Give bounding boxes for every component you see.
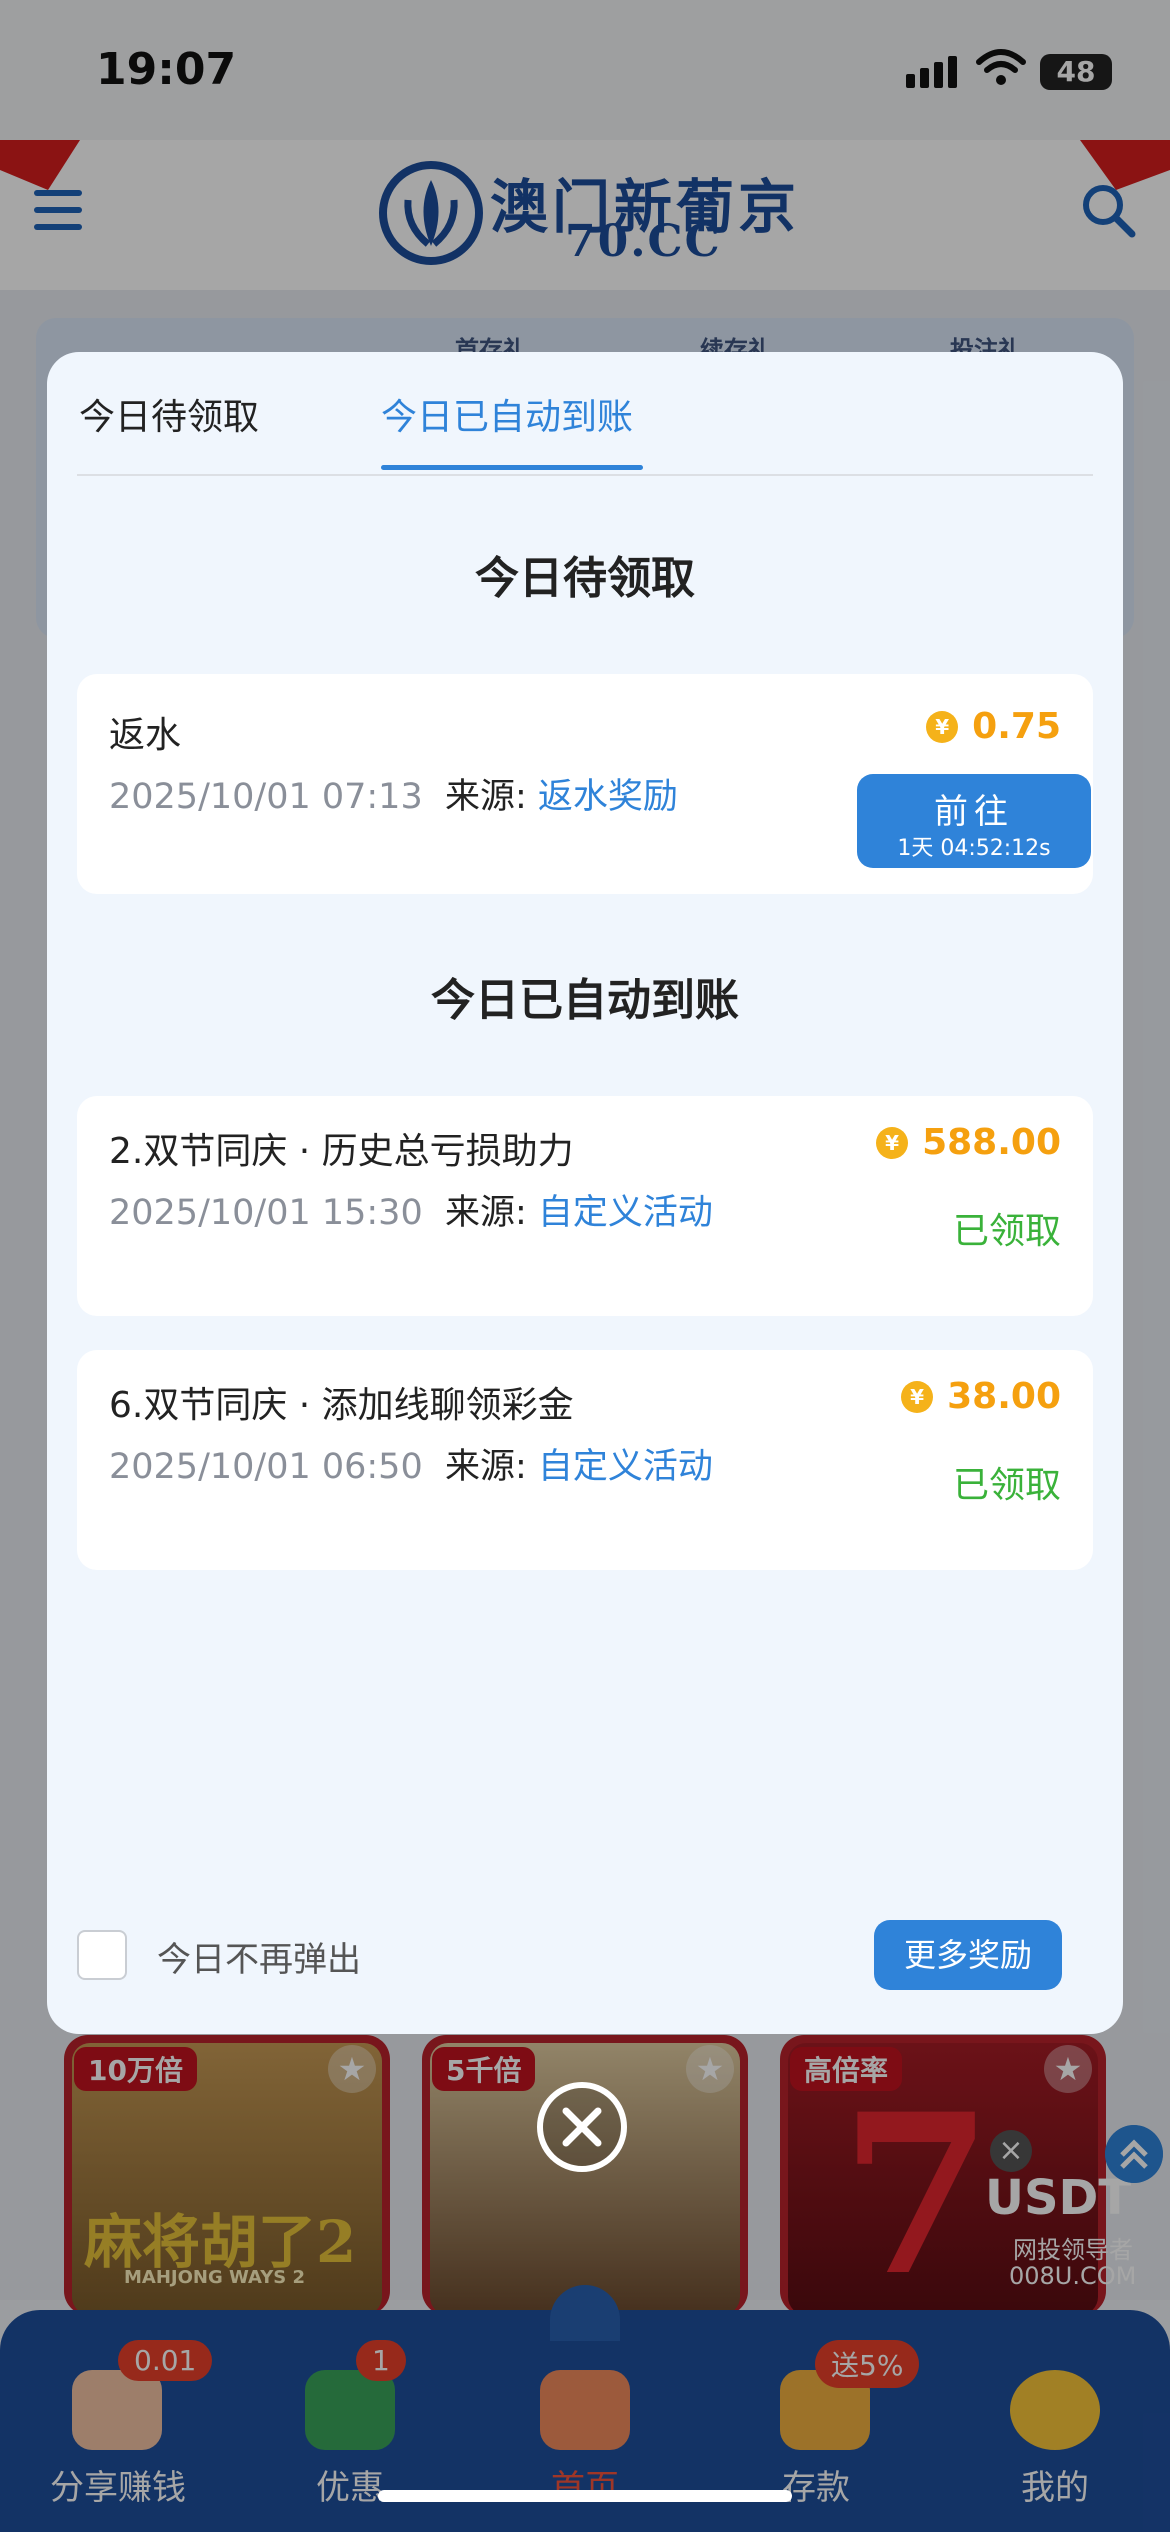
reward-title: 返水 xyxy=(109,715,182,756)
home-indicator[interactable] xyxy=(378,2490,792,2502)
auto-reward-card: 2.双节同庆 · 历史总亏损助力 ¥ 588.00 2025/10/01 15:… xyxy=(77,1096,1093,1316)
reward-meta: 2025/10/01 06:50 来源: 自定义活动 xyxy=(109,1440,729,1494)
reward-source[interactable]: 返水奖励 xyxy=(538,777,678,817)
reward-meta: 2025/10/01 07:13 来源: 返水奖励 xyxy=(109,770,729,824)
reward-amount-value: 38.00 xyxy=(947,1376,1061,1417)
reward-amount-value: 588.00 xyxy=(922,1122,1061,1163)
source-label: 来源: xyxy=(444,777,527,817)
auto-section-title: 今日已自动到账 xyxy=(431,975,739,1026)
pending-reward-card: 返水 ¥ 0.75 2025/10/01 07:13 来源: 返水奖励 前往 1… xyxy=(77,674,1093,894)
pending-section-title: 今日待领取 xyxy=(475,553,695,604)
tab-auto-credited[interactable]: 今日已自动到账 xyxy=(381,388,633,440)
claimed-status: 已领取 xyxy=(952,1465,1061,1506)
coin-icon: ¥ xyxy=(876,1126,909,1159)
tab-pending[interactable]: 今日待领取 xyxy=(79,388,259,440)
reward-meta: 2025/10/01 15:30 来源: 自定义活动 xyxy=(109,1186,729,1240)
no-show-today-label: 今日不再弹出 xyxy=(157,1940,361,1980)
coin-icon: ¥ xyxy=(926,710,959,743)
reward-title: 2.双节同庆 · 历史总亏损助力 xyxy=(109,1131,574,1172)
active-tab-indicator xyxy=(381,465,643,470)
rewards-modal: 今日待领取 今日已自动到账 今日待领取 返水 ¥ 0.75 2025/10/01… xyxy=(47,352,1123,2034)
reward-title: 6.双节同庆 · 添加线聊领彩金 xyxy=(109,1385,574,1426)
tab-divider xyxy=(77,474,1093,476)
claimed-status: 已领取 xyxy=(952,1211,1061,1252)
source-label: 来源: xyxy=(444,1447,527,1487)
reward-source[interactable]: 自定义活动 xyxy=(538,1447,713,1487)
reward-amount-value: 0.75 xyxy=(972,706,1061,747)
reward-time: 2025/10/01 06:50 xyxy=(109,1447,423,1487)
reward-amount: ¥ 38.00 xyxy=(901,1376,1061,1417)
reward-amount: ¥ 588.00 xyxy=(876,1122,1061,1163)
source-label: 来源: xyxy=(444,1193,527,1233)
reward-source[interactable]: 自定义活动 xyxy=(538,1193,713,1233)
go-claim-button[interactable]: 前往 1天 04:52:12s xyxy=(857,774,1091,868)
go-button-label: 前往 xyxy=(934,792,1014,832)
reward-time: 2025/10/01 07:13 xyxy=(109,777,423,817)
auto-reward-card: 6.双节同庆 · 添加线聊领彩金 ¥ 38.00 2025/10/01 06:5… xyxy=(77,1350,1093,1570)
more-rewards-button[interactable]: 更多奖励 xyxy=(874,1920,1062,1990)
go-button-countdown: 1天 04:52:12s xyxy=(897,836,1051,861)
reward-time: 2025/10/01 15:30 xyxy=(109,1193,423,1233)
no-show-today-checkbox[interactable] xyxy=(77,1930,127,1980)
reward-amount: ¥ 0.75 xyxy=(926,706,1061,747)
close-modal-icon[interactable] xyxy=(536,2081,628,2173)
coin-icon: ¥ xyxy=(901,1380,934,1413)
